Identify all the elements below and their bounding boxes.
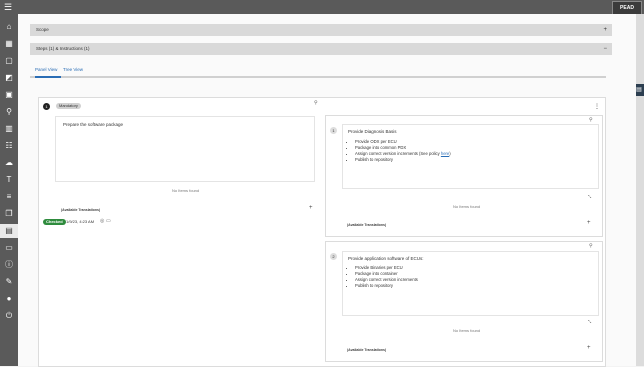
tab-panel-view[interactable]: Panel View (35, 67, 57, 72)
step-add-translation-button[interactable]: + (309, 205, 313, 211)
tab-tree-view[interactable]: Tree View (63, 67, 83, 72)
instruction-2-resize-icon[interactable]: ⤡ (588, 319, 591, 324)
scope-expand-icon[interactable]: + (603, 24, 607, 36)
sliders-icon[interactable]: ≡ (0, 190, 18, 204)
text-icon[interactable]: T (0, 173, 18, 187)
right-rail (636, 14, 644, 366)
ticket-icon[interactable]: ▭ (0, 241, 18, 255)
instruction-1-add-translation-button[interactable]: + (587, 220, 591, 226)
instruction-2-add-translation-button[interactable]: + (587, 345, 591, 351)
instruction-2-bullet: Publish to repository (355, 283, 418, 289)
instruction-2-title: Provide application software of ECUs: (348, 256, 424, 261)
chart-icon[interactable]: ◩ (0, 71, 18, 85)
step-timestamp: 1/9/23, 4:23 AM (66, 219, 95, 224)
instruction-2-no-items: No Items found (453, 328, 481, 333)
bars-icon[interactable]: ▥ (0, 122, 18, 136)
step-number: 1 (43, 103, 50, 110)
pin-icon[interactable]: ⚲ (0, 105, 18, 119)
wrench-icon[interactable]: ✎ (0, 275, 18, 289)
step-no-items: No Items found (172, 188, 200, 193)
instruction-2-available-translations[interactable]: (Available Translations) (347, 348, 386, 352)
grid-icon[interactable]: ▦ (0, 37, 18, 51)
mandatory-badge: Mandatory (56, 103, 81, 109)
active-tab-indicator (35, 76, 61, 78)
instruction-2-bullets: Provide Binaries per ECU Package into co… (346, 265, 418, 289)
instruction-1-resize-icon[interactable]: ⤡ (588, 194, 591, 199)
policy-link[interactable]: here (441, 151, 449, 156)
box-icon[interactable]: ▢ (0, 54, 18, 68)
instruction-number-1: 1 (330, 127, 337, 134)
steps-label: Steps (1) & Instructions (1) (36, 46, 90, 51)
instruction-1-bullets: Provide ODX per ECU Package into common … (346, 139, 451, 163)
instruction-number-2: 2 (330, 253, 337, 260)
step-menu-icon[interactable]: ⋮ (594, 103, 600, 110)
step-available-translations[interactable]: (Available Translations) (61, 208, 100, 212)
comment-icon[interactable]: ▭ (106, 218, 111, 224)
user-icon[interactable]: ● (0, 292, 18, 306)
tab-underline (30, 76, 606, 78)
steps-panel-header[interactable]: Steps (1) & Instructions (1) − (30, 43, 612, 55)
app-logo: PEAD (612, 1, 642, 15)
cloud-icon[interactable]: ☁ (0, 156, 18, 170)
instruction-1-zoom-icon[interactable]: ⚲ (589, 117, 593, 123)
layers-icon[interactable]: ❐ (0, 207, 18, 221)
instruction-1-no-items: No Items found (453, 204, 481, 209)
list-icon[interactable]: ☷ (0, 139, 18, 153)
step-text-box: Prepare the software package (55, 116, 315, 182)
instruction-1-text-box: Provide Diagnosis Basis Provide ODX per … (342, 124, 599, 189)
steps-collapse-icon[interactable]: − (603, 43, 607, 55)
document-icon[interactable]: ▤ (0, 224, 18, 238)
logout-icon[interactable]: ⏻ (0, 309, 18, 323)
sidebar: ⌂ ▦ ▢ ◩ ▣ ⚲ ▥ ☷ ☁ T ≡ ❐ ▤ ▭ ⓘ ✎ ● ⏻ (0, 14, 18, 366)
history-icon[interactable]: ◎ (100, 218, 104, 224)
calendar-icon[interactable]: ▣ (0, 88, 18, 102)
top-bar: ☰ PEAD (0, 0, 644, 15)
instruction-2-text-box: Provide application software of ECUs: Pr… (342, 251, 599, 316)
home-icon[interactable]: ⌂ (0, 20, 18, 34)
step-text: Prepare the software package (63, 122, 124, 127)
zoom-icon[interactable]: ⚲ (314, 100, 318, 106)
scope-label: Scope (36, 27, 49, 32)
scope-panel-header[interactable]: Scope + (30, 24, 612, 36)
instruction-1-title: Provide Diagnosis Basis (348, 129, 397, 134)
instruction-1-available-translations[interactable]: (Available Translations) (347, 223, 386, 227)
instruction-1-bullet: Publish to repository (355, 157, 451, 163)
checked-badge: Checked (43, 219, 66, 225)
info-icon[interactable]: ⓘ (0, 258, 18, 272)
instruction-2-zoom-icon[interactable]: ⚲ (589, 243, 593, 249)
hamburger-menu-icon[interactable]: ☰ (3, 2, 13, 12)
